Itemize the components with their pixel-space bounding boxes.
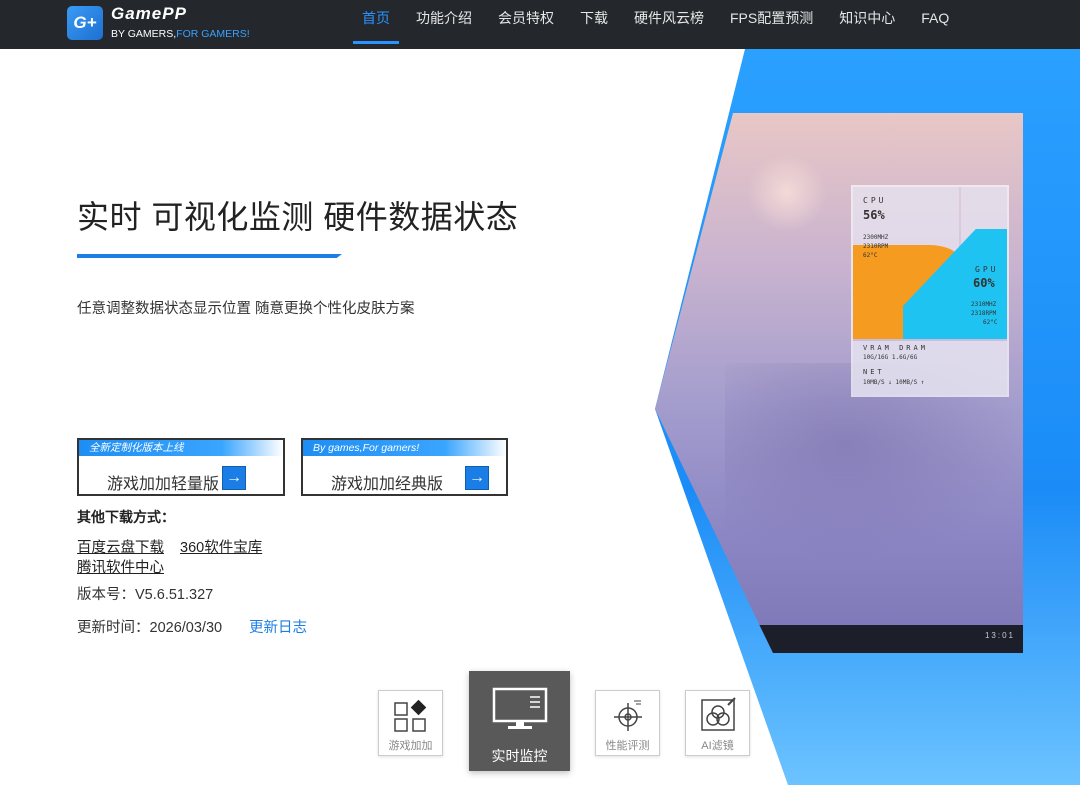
mem-label: VRAM DRAM xyxy=(863,344,928,352)
link-tencent-center[interactable]: 腾讯软件中心 xyxy=(77,556,164,577)
logo-badge-icon: G+ xyxy=(67,6,103,40)
headline-underline xyxy=(77,254,342,258)
nav-item-download[interactable]: 下载 xyxy=(570,0,618,49)
hero-visual: CPU 56% 2300MHZ 2310RPM 62°C GPU 60% 231… xyxy=(655,49,1080,785)
feature-label: AI滤镜 xyxy=(701,740,734,752)
nav-item-faq[interactable]: FAQ xyxy=(911,0,959,49)
feature-label: 性能评测 xyxy=(605,740,650,752)
cpu-temp: 62°C xyxy=(863,252,878,259)
version-number: 版本号：V5.6.51.327 xyxy=(77,587,214,603)
cpu-label: CPU xyxy=(863,196,887,205)
tray-clock: 13:01 xyxy=(984,631,1015,640)
feature-label: 游戏加加 xyxy=(388,740,433,752)
hardware-monitor-overlay: CPU 56% 2300MHZ 2310RPM 62°C GPU 60% 231… xyxy=(851,185,1009,397)
gpu-temp: 62°C xyxy=(983,319,998,326)
changelog-link[interactable]: 更新日志 xyxy=(249,616,307,637)
feature-tab-monitor[interactable]: 实时监控 xyxy=(469,671,570,771)
crosshair-icon xyxy=(613,700,642,731)
cpu-fan: 2310RPM xyxy=(863,243,889,250)
hero-subline: 任意调整数据状态显示位置 随意更换个性化皮肤方案 xyxy=(77,301,415,317)
logo-tagline: BY GAMERS,FOR GAMERS! xyxy=(111,28,250,40)
net-label: NET xyxy=(863,368,885,376)
lite-label: 游戏加加轻量版 xyxy=(107,476,220,493)
other-downloads-title: 其他下载方式： xyxy=(77,509,175,525)
arrow-right-icon: → xyxy=(465,466,489,490)
gpu-freq: 2310MHZ xyxy=(971,301,997,308)
download-lite-button[interactable]: 全新定制化版本上线 游戏加加轻量版 → xyxy=(77,438,285,496)
nav-item-membership[interactable]: 会员特权 xyxy=(488,0,564,49)
update-time: 更新时间：2026/03/30 xyxy=(77,620,223,636)
nav-item-home[interactable]: 首页 xyxy=(352,0,400,49)
link-360-store[interactable]: 360软件宝库 xyxy=(180,536,262,557)
memory-network-panel: VRAM DRAM 10G/16G 1.6G/6G NET 10MB/S ↓ 1… xyxy=(853,341,1007,395)
sun-glow xyxy=(747,153,827,233)
gamepp-logo[interactable]: G+ GamePP BY GAMERS,FOR GAMERS! xyxy=(67,4,257,45)
link-baidu-pan[interactable]: 百度云盘下载 xyxy=(77,536,164,557)
gpu-value: 60% xyxy=(973,276,995,290)
classic-tag: By games,For gamers! xyxy=(303,440,506,456)
feature-tab-benchmark[interactable]: 性能评测 xyxy=(595,690,660,756)
taskbar: 13:01 xyxy=(733,625,1023,653)
feature-tab-ai-filter[interactable]: AI滤镜 xyxy=(685,690,750,756)
arrow-right-icon: → xyxy=(222,466,246,490)
mem-value: 10G/16G 1.6G/6G xyxy=(863,354,918,361)
rgb-filter-icon xyxy=(700,697,736,731)
cpu-value: 56% xyxy=(863,208,885,222)
download-classic-button[interactable]: By games,For gamers! 游戏加加经典版 → xyxy=(301,438,508,496)
lite-tag: 全新定制化版本上线 xyxy=(79,440,283,456)
grid-diamond-icon xyxy=(393,699,426,732)
nav-menu: 首页 功能介绍 会员特权 下载 硬件风云榜 FPS配置预测 知识中心 FAQ xyxy=(352,0,965,49)
hero-headline: 实时 可视化监测 硬件数据状态 xyxy=(77,199,519,235)
gpu-fan: 2318RPM xyxy=(971,310,997,317)
nav-item-features[interactable]: 功能介绍 xyxy=(406,0,482,49)
logo-name: GamePP xyxy=(111,4,187,23)
cpu-freq: 2300MHZ xyxy=(863,234,889,241)
nav-item-knowledge[interactable]: 知识中心 xyxy=(829,0,905,49)
gpu-label: GPU xyxy=(975,265,999,274)
feature-tab-gamepp[interactable]: 游戏加加 xyxy=(378,690,443,756)
nav-item-hardware-ranking[interactable]: 硬件风云榜 xyxy=(624,0,714,49)
feature-label: 实时监控 xyxy=(491,748,548,764)
monitor-icon xyxy=(492,687,547,729)
top-nav: G+ GamePP BY GAMERS,FOR GAMERS! 首页 功能介绍 … xyxy=(0,0,1080,49)
nav-item-fps-prediction[interactable]: FPS配置预测 xyxy=(720,0,823,49)
net-value: 10MB/S ↓ 10MB/S ↑ xyxy=(863,379,925,386)
